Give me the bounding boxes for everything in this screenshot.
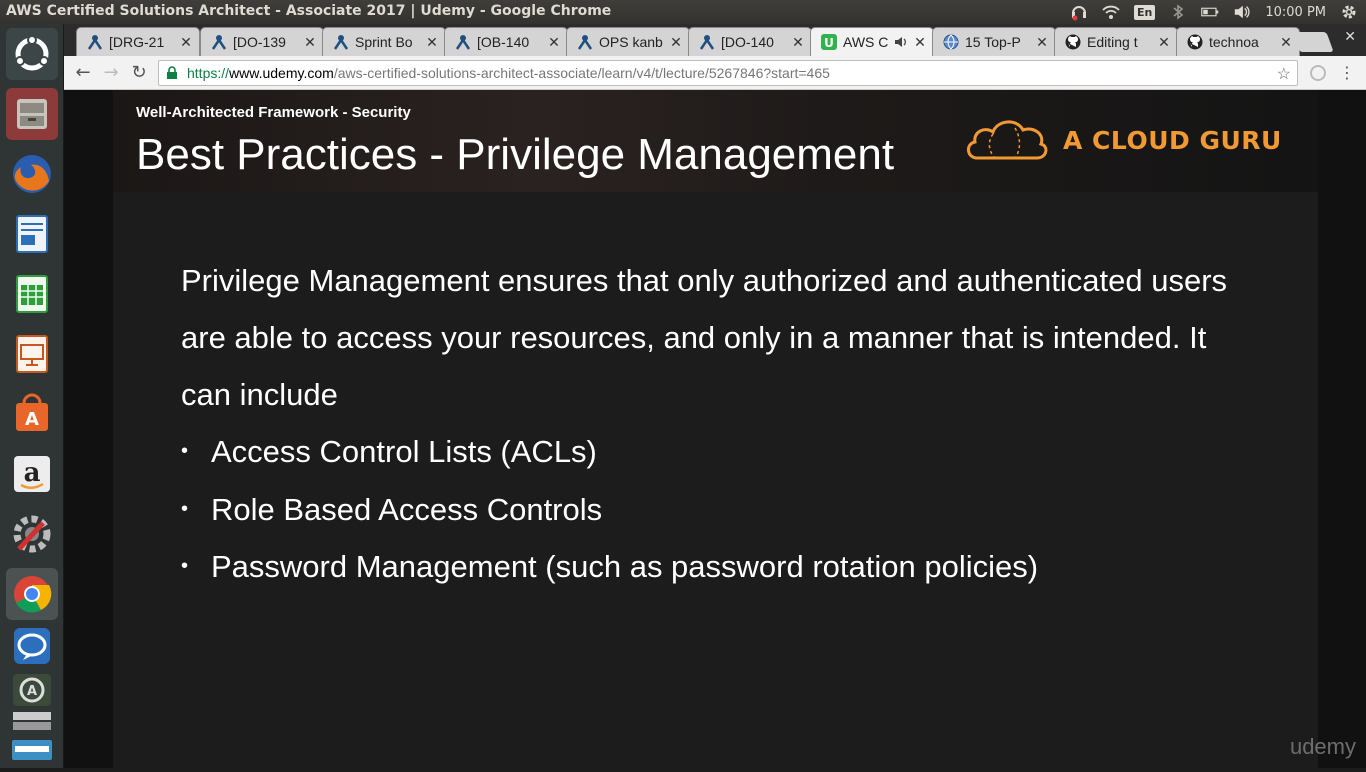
cloud-icon [967, 120, 1048, 160]
tab-close-icon[interactable]: ✕ [913, 34, 927, 51]
clock[interactable]: 10:00 PM [1265, 5, 1326, 20]
url-host: www.udemy.com [229, 65, 334, 81]
brand-name: A CLOUD GURU [1063, 125, 1282, 155]
files-icon[interactable] [6, 88, 58, 140]
tab-drg[interactable]: [DRG-21 ✕ [76, 27, 200, 56]
bullet-item: • Access Control Lists (ACLs) [181, 423, 1038, 481]
svg-text:A: A [25, 409, 39, 430]
amazon-icon[interactable]: a [6, 448, 58, 500]
reload-icon[interactable]: ↻ [128, 62, 150, 84]
url-scheme: https:// [187, 65, 230, 81]
calc-icon[interactable] [6, 268, 58, 320]
unity-launcher: A a A [0, 24, 64, 768]
bluetooth-icon[interactable] [1169, 3, 1187, 21]
jira-icon [699, 34, 715, 50]
bullet-dot: • [181, 440, 189, 462]
forward-arrow-icon[interactable]: → [100, 62, 122, 84]
tab-editing[interactable]: Editing t ✕ [1054, 27, 1178, 56]
new-tab-button[interactable] [1292, 32, 1334, 52]
window-close-icon[interactable]: ✕ [1344, 29, 1356, 45]
settings-gear-icon[interactable] [1340, 3, 1358, 21]
lecture-slide: Well-Architected Framework - Security Be… [113, 90, 1318, 768]
tab-close-icon[interactable]: ✕ [303, 34, 317, 51]
tab-technoa[interactable]: technoa ✕ [1176, 27, 1300, 56]
bullet-item: • Role Based Access Controls [181, 481, 1038, 539]
back-arrow-icon[interactable]: ← [72, 62, 94, 84]
tab-close-icon[interactable]: ✕ [791, 34, 805, 51]
svg-text:a: a [24, 458, 41, 488]
jira-icon [87, 34, 103, 50]
tab-sprint-board[interactable]: Sprint Bo ✕ [322, 27, 446, 56]
chat-icon[interactable] [6, 620, 58, 672]
tab-close-icon[interactable]: ✕ [179, 34, 193, 51]
address-bar[interactable]: https://www.udemy.com/aws-certified-solu… [158, 60, 1298, 86]
github-icon [1065, 34, 1081, 50]
jira-icon [333, 34, 349, 50]
udemy-icon: U [821, 34, 837, 50]
slide-body-text: Privilege Management ensures that only a… [181, 263, 1228, 412]
bullet-dot: • [181, 555, 189, 577]
url-path: /aws-certified-solutions-architect-assoc… [333, 65, 830, 81]
jira-icon [577, 34, 593, 50]
tab-aws-udemy[interactable]: U AWS C ✕ [810, 27, 934, 56]
jira-icon [211, 34, 227, 50]
chrome-menu-icon[interactable]: ⋮ [1336, 62, 1358, 84]
impress-icon[interactable] [6, 328, 58, 380]
svg-text:A: A [27, 684, 37, 699]
tab-close-icon[interactable]: ✕ [547, 34, 561, 51]
bullet-item: • Password Management (such as password r… [181, 538, 1038, 596]
tab-do-139[interactable]: [DO-139 ✕ [200, 27, 324, 56]
workbench-icon[interactable] [6, 734, 58, 764]
tab-15-top[interactable]: 15 Top-P ✕ [932, 27, 1056, 56]
software-center-icon[interactable]: A [6, 388, 58, 440]
slide-header: Well-Architected Framework - Security Be… [113, 90, 1318, 192]
github-icon [1187, 34, 1203, 50]
system-tray: En 10:00 PM [1070, 0, 1358, 24]
tab-close-icon[interactable]: ✕ [425, 34, 439, 51]
slide-title: Best Practices - Privilege Management [136, 130, 895, 179]
tab-ops-kanban[interactable]: OPS kanb ✕ [566, 27, 690, 56]
video-player[interactable]: Well-Architected Framework - Security Be… [64, 90, 1366, 768]
bullet-dot: • [181, 497, 189, 520]
chrome-icon[interactable] [6, 568, 58, 620]
headset-icon[interactable] [1070, 3, 1088, 21]
tab-close-icon[interactable]: ✕ [1157, 34, 1171, 51]
tab-close-icon[interactable]: ✕ [669, 34, 683, 51]
tab-strip: [DRG-21 ✕ [DO-139 ✕ Sprint Bo ✕ [OB-140 … [64, 24, 1366, 56]
slide-bullet-list: • Access Control Lists (ACLs) • Role Based… [181, 423, 1038, 596]
slide-subtitle: Well-Architected Framework - Security [136, 104, 411, 121]
ubuntu-dash-icon[interactable] [6, 28, 58, 80]
wifi-icon[interactable] [1102, 3, 1120, 21]
lock-icon [167, 66, 177, 79]
tab-close-icon[interactable]: ✕ [1035, 34, 1049, 51]
tab-do-140[interactable]: [DO-140 ✕ [688, 27, 812, 56]
jira-icon [455, 34, 471, 50]
speaker-icon[interactable] [893, 34, 909, 50]
svg-text:U: U [824, 36, 834, 50]
globe-icon [943, 34, 959, 50]
tab-ob-140[interactable]: [OB-140 ✕ [444, 27, 568, 56]
brand-logo: A CLOUD GURU [963, 114, 1282, 166]
top-panel: AWS Certified Solutions Architect - Asso… [0, 0, 1366, 24]
battery-icon[interactable] [1201, 3, 1219, 21]
bookmark-star-icon[interactable]: ☆ [1277, 64, 1291, 84]
writer-icon[interactable] [6, 208, 58, 260]
system-settings-icon[interactable] [6, 508, 58, 560]
extension-icon[interactable] [1310, 65, 1326, 81]
keyboard-language-indicator[interactable]: En [1133, 4, 1156, 20]
volume-icon[interactable] [1233, 3, 1251, 21]
firefox-icon[interactable] [6, 148, 58, 200]
window-title: AWS Certified Solutions Architect - Asso… [6, 3, 612, 19]
udemy-watermark: udemy [1289, 734, 1356, 759]
browser-toolbar: ← → ↻ https://www.udemy.com/aws-certifie… [64, 56, 1366, 90]
tab-close-icon[interactable]: ✕ [1279, 34, 1293, 51]
